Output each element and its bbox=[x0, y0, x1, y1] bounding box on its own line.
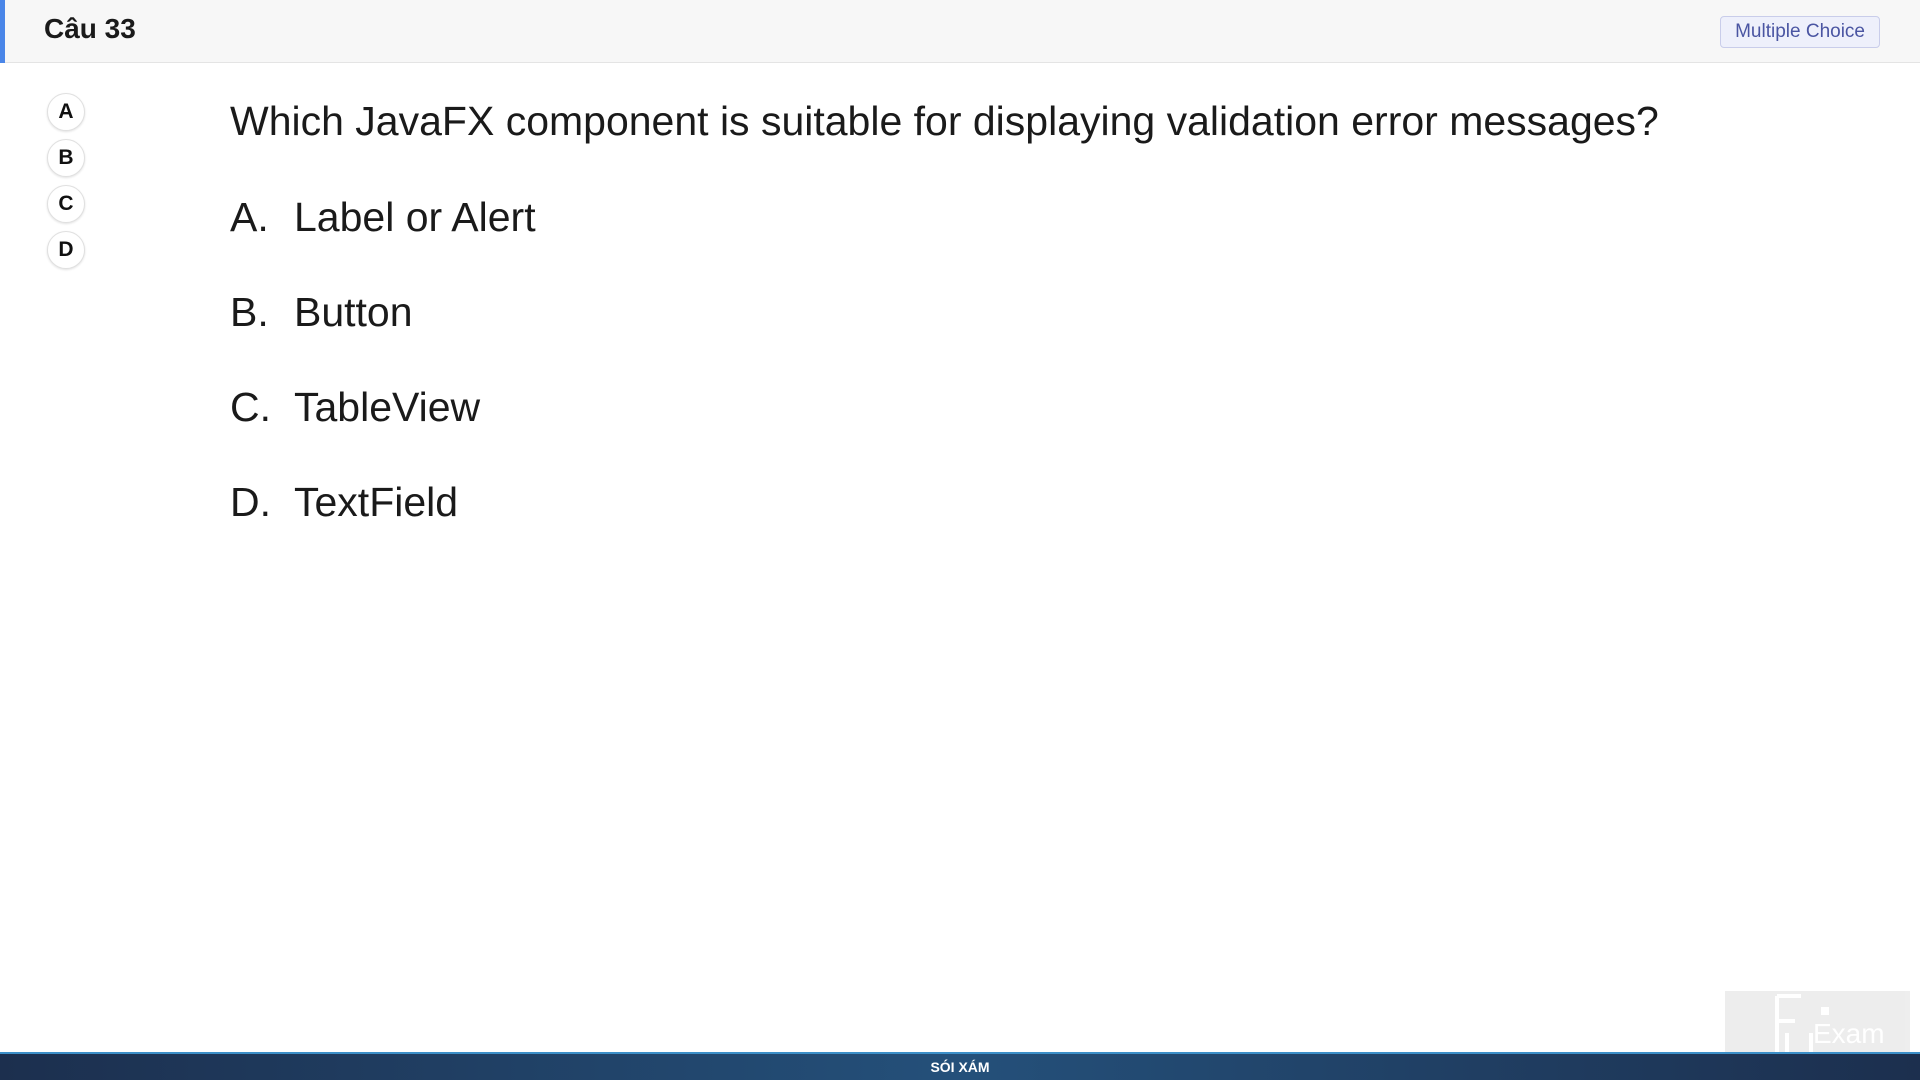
header-accent-bar bbox=[0, 0, 5, 63]
option-text: TextField bbox=[294, 479, 459, 525]
option-letter: D. bbox=[230, 479, 271, 525]
question-type-badge: Multiple Choice bbox=[1720, 16, 1880, 48]
question-number-title: Câu 33 bbox=[44, 13, 136, 44]
option-text: TableView bbox=[294, 384, 481, 430]
answer-bubble-b[interactable]: B bbox=[47, 139, 85, 177]
option-text: Button bbox=[294, 289, 413, 335]
answer-bubble-d[interactable]: D bbox=[47, 231, 85, 269]
option-letter: A. bbox=[230, 194, 269, 240]
answer-bubble-a[interactable]: A bbox=[47, 93, 85, 131]
answer-selector: A B C D bbox=[47, 93, 85, 277]
option-letter: C. bbox=[230, 384, 271, 430]
watermark-text: Exam bbox=[1813, 1018, 1885, 1049]
question-header: Câu 33 Multiple Choice bbox=[0, 0, 1920, 63]
option-text: Label or Alert bbox=[294, 194, 536, 240]
option-b: B. Button bbox=[230, 287, 1730, 337]
option-a: A. Label or Alert bbox=[230, 192, 1730, 242]
option-c: C. TableView bbox=[230, 382, 1730, 432]
question-content: Which JavaFX component is suitable for d… bbox=[230, 96, 1730, 572]
option-d: D. TextField bbox=[230, 477, 1730, 527]
answer-bubble-c[interactable]: C bbox=[47, 185, 85, 223]
question-text: Which JavaFX component is suitable for d… bbox=[230, 98, 1659, 144]
footer-bar: SÓI XÁM bbox=[0, 1052, 1920, 1080]
footer-text: SÓI XÁM bbox=[930, 1059, 990, 1075]
option-letter: B. bbox=[230, 289, 269, 335]
